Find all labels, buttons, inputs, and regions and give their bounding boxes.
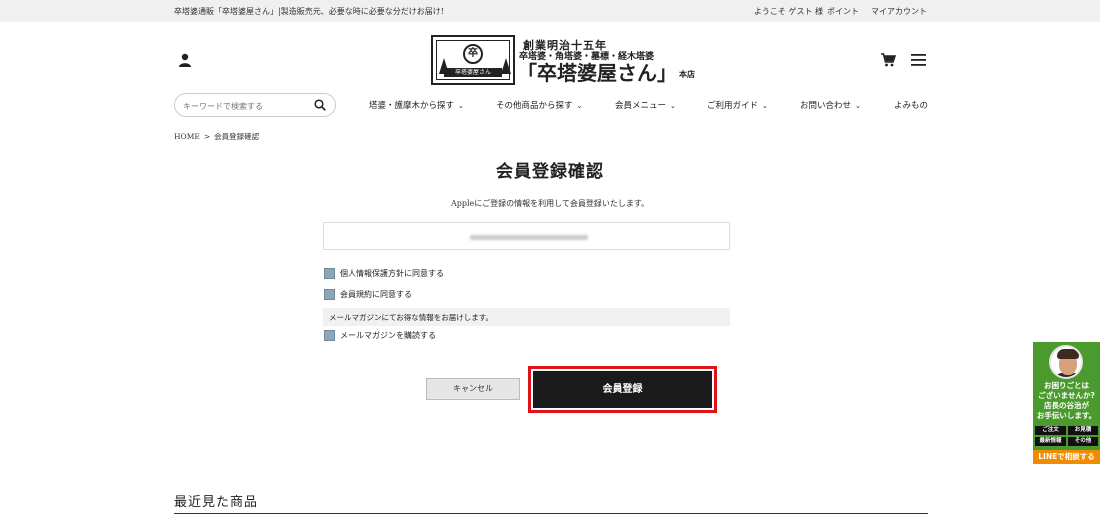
help-quote-button[interactable]: お見積 — [1068, 426, 1098, 435]
site-logo[interactable]: 卒 卒塔婆屋さん 創業明治十五年 卒塔婆・角塔婆・墓標・経木塔婆 「卒塔婆屋さん… — [431, 35, 695, 87]
logo-suffix: 本店 — [679, 69, 695, 79]
top-bar: 卒塔婆通販「卒塔婆屋さん」|製造販売元、必要な時に必要な分だけお届け! ようこそ… — [0, 0, 1100, 22]
breadcrumb-separator: > — [203, 132, 211, 141]
nav-item-contact[interactable]: お問い合わせ ⌄ — [800, 99, 861, 111]
logo-name: 「卒塔婆屋さん」 本店 — [517, 61, 695, 85]
terms-checkbox[interactable] — [324, 288, 335, 300]
recent-items-title: 最近見た商品 — [174, 495, 259, 510]
user-icon[interactable] — [178, 53, 192, 67]
help-widget[interactable]: お困りごとは ございませんか? 店長の谷治が お手伝いします。 ご注文 お見積 … — [1033, 342, 1100, 464]
magazine-label: メールマガジンを購読する — [340, 330, 436, 340]
register-button[interactable]: 会員登録 — [533, 371, 712, 408]
breadcrumb-current: 会員登録確認 — [214, 132, 260, 141]
privacy-agree-row[interactable]: 個人情報保護方針に同意する — [324, 267, 444, 279]
nav-item-sotoba[interactable]: 塔婆・護摩木から探す ⌄ — [369, 99, 464, 111]
magazine-note: メールマガジンにてお得な情報をお届けします。 — [323, 308, 730, 326]
my-account-link[interactable]: マイアカウント — [871, 6, 927, 17]
site-header: 卒 卒塔婆屋さん 創業明治十五年 卒塔婆・角塔婆・墓標・経木塔婆 「卒塔婆屋さん… — [0, 22, 1100, 92]
site-tagline: 卒塔婆通販「卒塔婆屋さん」|製造販売元、必要な時に必要な分だけお届け! — [174, 7, 444, 16]
magazine-row[interactable]: メールマガジンを購読する — [324, 329, 436, 341]
chevron-down-icon: ⌄ — [762, 102, 768, 110]
chevron-down-icon: ⌄ — [458, 102, 464, 110]
welcome-text: ようこそ ゲスト 様 — [753, 7, 823, 16]
avatar — [1049, 345, 1083, 379]
email-field — [323, 222, 730, 250]
email-value-redacted — [470, 235, 588, 240]
top-bar-links: ようこそ ゲスト 様 ポイント マイアカウント — [754, 6, 927, 17]
magazine-checkbox[interactable] — [324, 329, 335, 341]
nav-item-guide[interactable]: ご利用ガイド ⌄ — [707, 99, 768, 111]
points-link[interactable]: ポイント — [827, 6, 859, 17]
logo-plate: 卒塔婆屋さん — [444, 68, 502, 77]
cart-icon[interactable] — [880, 53, 896, 67]
page-title: 会員登録確認 — [496, 162, 604, 182]
chevron-down-icon: ⌄ — [670, 102, 676, 110]
lead-text: Appleにご登録の情報を利用して会員登録いたします。 — [450, 199, 650, 208]
search-input[interactable] — [183, 99, 313, 113]
breadcrumb-home[interactable]: HOME — [174, 132, 200, 141]
line-consult-button[interactable]: LINEで相談する — [1033, 450, 1100, 464]
chevron-down-icon: ⌄ — [576, 102, 583, 110]
help-other-button[interactable]: その他 — [1068, 437, 1098, 446]
logo-emblem: 卒 卒塔婆屋さん — [431, 35, 515, 85]
cancel-button[interactable]: キャンセル — [426, 378, 520, 400]
terms-agree-row[interactable]: 会員規約に同意する — [324, 288, 412, 300]
chevron-down-icon: ⌄ — [855, 102, 861, 110]
search-icon[interactable] — [314, 99, 326, 111]
help-news-button[interactable]: 最新情報 — [1035, 437, 1066, 446]
help-order-button[interactable]: ご注文 — [1035, 426, 1066, 435]
help-message: お困りごとは ございませんか? 店長の谷治が お手伝いします。 — [1036, 381, 1097, 420]
search-box — [174, 93, 336, 117]
recent-divider — [174, 513, 928, 514]
nav-item-other-products[interactable]: その他商品から探す ⌄ — [496, 99, 582, 111]
main-nav: 塔婆・護摩木から探す⌄ その他商品から探す⌄ 会員メニュー⌄ ご利用ガイド⌄ お… — [0, 92, 1100, 118]
logo-seal: 卒 — [463, 44, 483, 64]
terms-label: 会員規約に同意する — [340, 289, 412, 299]
privacy-label: 個人情報保護方針に同意する — [340, 268, 444, 278]
menu-icon[interactable] — [911, 54, 926, 66]
nav-item-reading[interactable]: よみもの — [894, 99, 928, 111]
privacy-checkbox[interactable] — [324, 267, 335, 279]
breadcrumb: HOME > 会員登録確認 — [174, 131, 259, 142]
nav-item-member-menu[interactable]: 会員メニュー ⌄ — [615, 99, 676, 111]
